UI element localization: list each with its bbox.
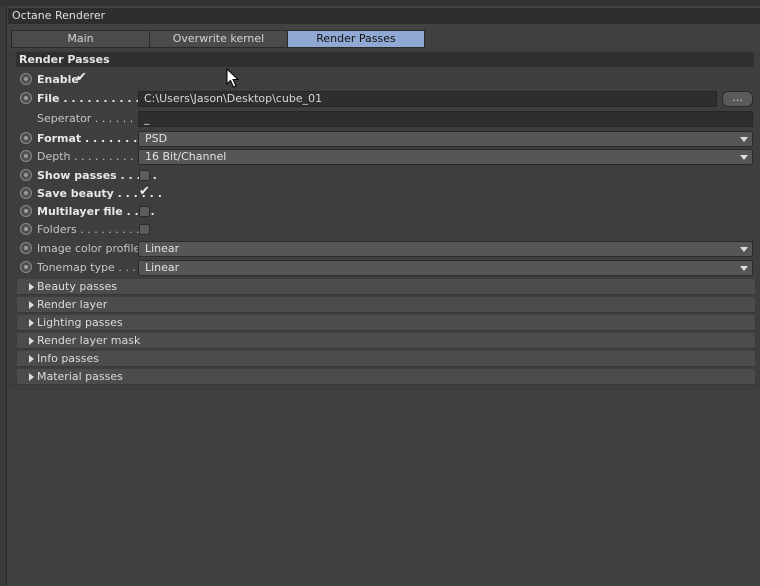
group-material-passes[interactable]: Material passes xyxy=(17,369,755,385)
chevron-down-icon xyxy=(740,247,748,252)
mouse-pointer-icon xyxy=(226,68,240,88)
animation-radio-icon[interactable] xyxy=(20,169,32,181)
depth-label: Depth . . . . . . . . . . . xyxy=(37,150,148,163)
tonemap-type-value: Linear xyxy=(145,261,180,274)
tonemap-type-label: Tonemap type . . . . xyxy=(37,261,143,274)
param-row-image-color-profile: Image color profile Linear xyxy=(20,240,756,257)
animation-radio-icon[interactable] xyxy=(20,92,32,104)
format-value: PSD xyxy=(145,132,168,145)
top-strip xyxy=(0,0,760,6)
tonemap-type-dropdown[interactable]: Linear xyxy=(138,260,753,276)
browse-button[interactable]: ... xyxy=(722,91,753,107)
enable-checkmark-icon[interactable]: ✔ xyxy=(76,70,87,85)
triangle-right-icon xyxy=(29,373,34,381)
param-row-folders: Folders . . . . . . . . . . xyxy=(20,221,756,238)
param-row-show-passes: Show passes . . . . . xyxy=(20,167,756,184)
folders-label: Folders . . . . . . . . . . xyxy=(37,223,147,236)
tab-overwrite-kernel-settings[interactable]: Overwrite kernel Settings xyxy=(149,30,288,61)
section-header-render-passes[interactable]: Render Passes xyxy=(16,52,754,67)
group-label: Render layer mask xyxy=(37,334,141,347)
group-render-layer[interactable]: Render layer xyxy=(17,297,755,313)
depth-value: 16 Bit/Channel xyxy=(145,150,227,163)
triangle-right-icon xyxy=(29,283,34,291)
triangle-right-icon xyxy=(29,337,34,345)
window-title: Octane Renderer xyxy=(8,8,760,24)
triangle-right-icon xyxy=(29,355,34,363)
tab-bar: Main Overwrite kernel Settings Render Pa… xyxy=(11,30,425,61)
separator-input[interactable]: _ xyxy=(138,111,753,127)
param-row-format: Format . . . . . . . . . . PSD xyxy=(20,130,756,147)
param-row-multilayer-file: Multilayer file . . . . xyxy=(20,203,756,220)
triangle-right-icon xyxy=(29,319,34,327)
group-label: Lighting passes xyxy=(37,316,123,329)
animation-radio-icon[interactable] xyxy=(20,223,32,235)
multilayer-file-label: Multilayer file . . . . xyxy=(37,205,155,218)
param-row-save-beauty: Save beauty . . . . . . ✔ xyxy=(20,184,756,202)
left-edge xyxy=(0,6,7,586)
animation-radio-icon[interactable] xyxy=(20,242,32,254)
group-label: Render layer xyxy=(37,298,108,311)
image-color-profile-dropdown[interactable]: Linear xyxy=(138,241,753,257)
image-color-profile-label: Image color profile xyxy=(37,242,141,255)
animation-radio-icon[interactable] xyxy=(20,187,32,199)
chevron-down-icon xyxy=(740,155,748,160)
save-beauty-checkmark-icon[interactable]: ✔ xyxy=(139,184,150,199)
triangle-right-icon xyxy=(29,301,34,309)
depth-dropdown[interactable]: 16 Bit/Channel xyxy=(138,149,753,165)
chevron-down-icon xyxy=(740,266,748,271)
param-row-enable: Enable ✔ xyxy=(20,70,756,88)
param-row-depth: Depth . . . . . . . . . . . 16 Bit/Chann… xyxy=(20,148,756,165)
group-label: Material passes xyxy=(37,370,123,383)
show-passes-checkbox[interactable] xyxy=(139,170,150,181)
group-label: Info passes xyxy=(37,352,99,365)
animation-radio-icon[interactable] xyxy=(20,261,32,273)
group-lighting-passes[interactable]: Lighting passes xyxy=(17,315,755,331)
param-row-separator: Seperator . . . . . . . . _ xyxy=(20,110,756,127)
animation-radio-icon[interactable] xyxy=(20,132,32,144)
group-beauty-passes[interactable]: Beauty passes xyxy=(17,279,755,295)
group-info-passes[interactable]: Info passes xyxy=(17,351,755,367)
group-render-layer-mask[interactable]: Render layer mask xyxy=(17,333,755,349)
param-row-tonemap-type: Tonemap type . . . . Linear xyxy=(20,259,756,276)
image-color-profile-value: Linear xyxy=(145,242,180,255)
animation-radio-icon[interactable] xyxy=(20,205,32,217)
enable-label: Enable xyxy=(37,73,79,86)
tab-main[interactable]: Main xyxy=(11,30,150,48)
file-path-input[interactable]: C:\Users\Jason\Desktop\cube_01 xyxy=(138,91,717,107)
animation-radio-icon[interactable] xyxy=(20,73,32,85)
tab-render-passes[interactable]: Render Passes xyxy=(287,30,425,48)
separator-label: Seperator . . . . . . . . xyxy=(37,112,148,125)
multilayer-file-checkbox[interactable] xyxy=(139,206,150,217)
chevron-down-icon xyxy=(740,137,748,142)
animation-radio-icon[interactable] xyxy=(20,150,32,162)
format-dropdown[interactable]: PSD xyxy=(138,131,753,147)
param-row-file: File . . . . . . . . . . . . . C:\Users\… xyxy=(20,90,756,107)
group-label: Beauty passes xyxy=(37,280,118,293)
folders-checkbox[interactable] xyxy=(139,224,150,235)
